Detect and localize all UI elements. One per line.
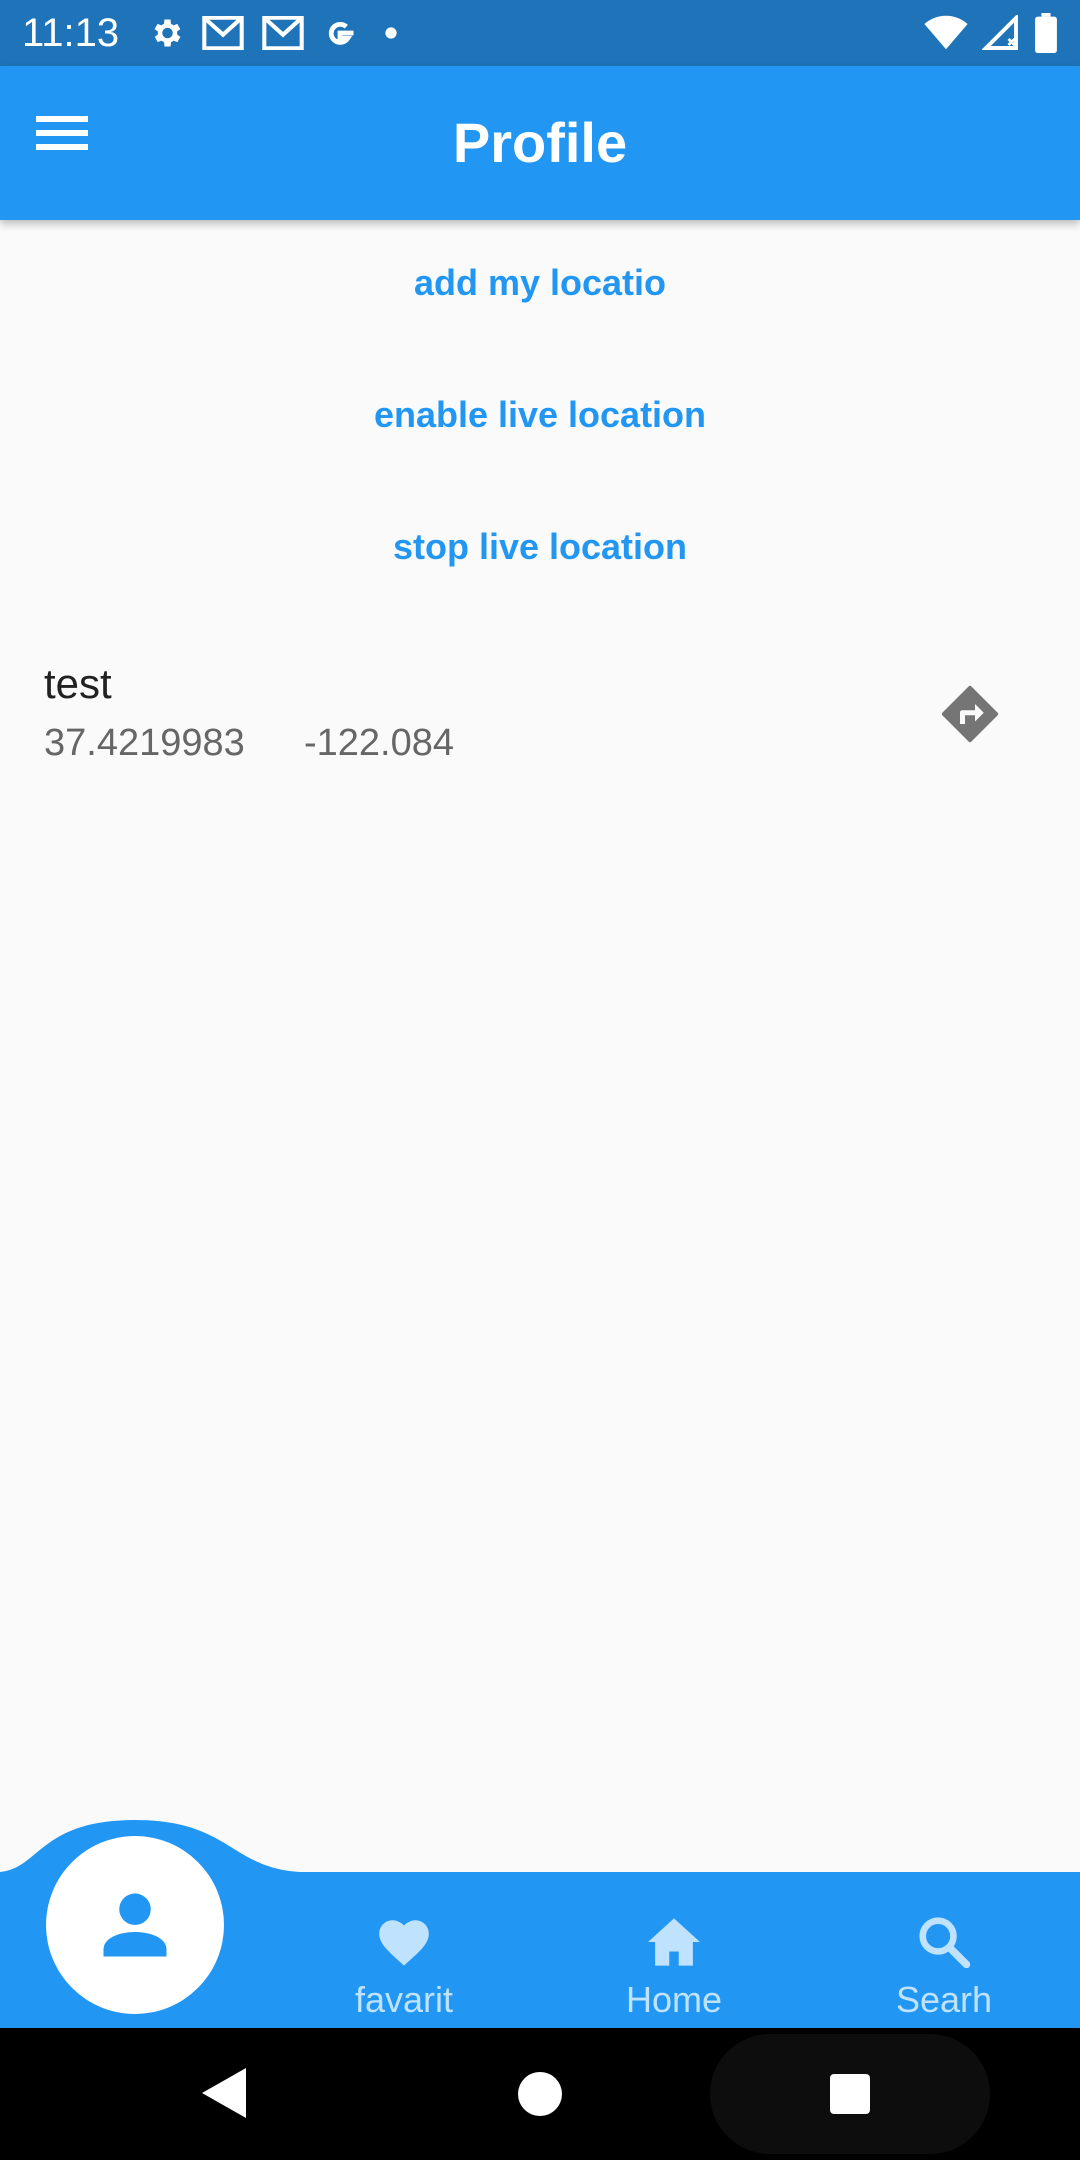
google-icon <box>328 21 354 45</box>
location-latitude: 37.4219983 <box>44 722 245 764</box>
recents-icon <box>830 2074 870 2114</box>
status-icons-right <box>924 12 1058 54</box>
status-bar: 11:13 <box>0 0 1080 66</box>
heart-icon <box>379 1920 429 1966</box>
page-title: Profile <box>452 111 628 174</box>
recents-button[interactable] <box>710 2034 990 2154</box>
nav-label-search: Searh <box>895 1979 993 2020</box>
wifi-icon <box>924 15 968 50</box>
location-name: test <box>44 660 112 707</box>
notification-dot-icon <box>385 27 397 39</box>
add-location-button[interactable]: add my locatio <box>0 262 1080 304</box>
back-icon[interactable] <box>202 2068 246 2118</box>
nav-item-home[interactable]: Home <box>574 1916 774 2021</box>
nav-item-search[interactable]: Searh <box>844 1916 1044 2021</box>
nav-item-favorites[interactable]: favarit <box>304 1916 504 2021</box>
home-circle-icon[interactable] <box>518 2072 562 2116</box>
status-icons-left <box>148 12 406 54</box>
location-longitude: -122.084 <box>304 722 455 764</box>
nav-label-home: Home <box>625 1979 723 2020</box>
nav-label-favorites: favarit <box>354 1979 454 2020</box>
enable-live-location-button[interactable]: enable live location <box>0 394 1080 436</box>
gmail-icon <box>262 16 304 50</box>
settings-icon <box>154 19 181 47</box>
system-nav-bar <box>0 2028 1080 2160</box>
battery-icon <box>1035 13 1057 53</box>
app-bar: Profile <box>0 66 1080 220</box>
directions-icon <box>941 685 999 743</box>
home-icon <box>648 1918 700 1966</box>
gmail-icon <box>202 16 244 50</box>
status-time: 11:13 <box>22 11 120 55</box>
search-icon <box>919 1917 971 1969</box>
profile-nav-button[interactable] <box>46 1836 224 2014</box>
directions-button[interactable] <box>940 684 1000 744</box>
stop-live-location-button[interactable]: stop live location <box>0 526 1080 568</box>
person-icon <box>103 1893 167 1957</box>
cell-signal-icon <box>982 15 1018 50</box>
